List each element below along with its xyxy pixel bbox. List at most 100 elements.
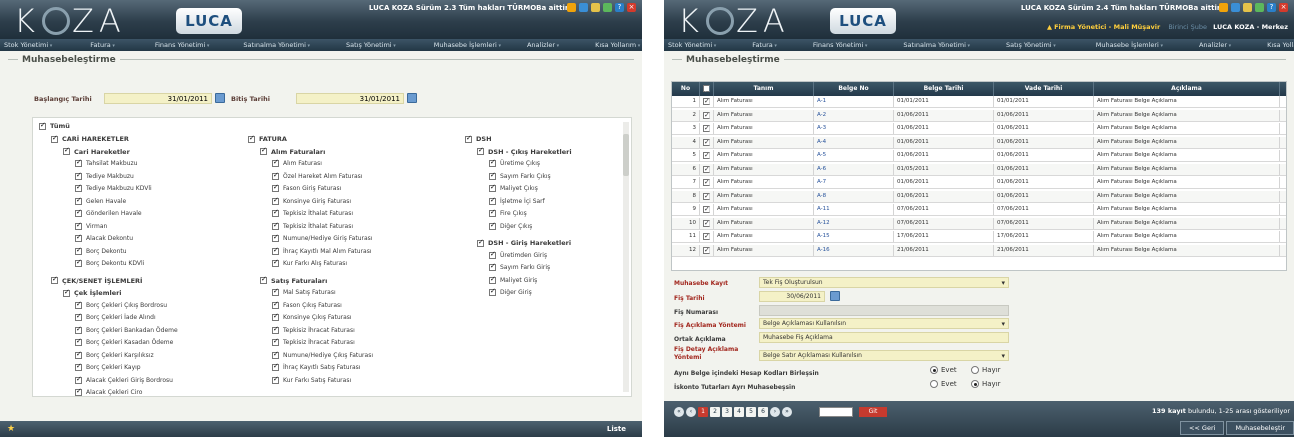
tree-item[interactable]: Gelen Havale — [75, 196, 126, 205]
table-row[interactable]: 3Alım FaturasıA-301/06/201101/06/2011Alı… — [672, 123, 1286, 135]
checkbox[interactable] — [75, 375, 82, 384]
checkbox[interactable] — [272, 246, 279, 255]
menu-satis[interactable]: Satış Yönetimi — [1006, 41, 1096, 49]
checkbox[interactable] — [272, 375, 279, 384]
tree-item[interactable]: Maliyet Çıkış — [489, 183, 538, 192]
row-checkbox[interactable] — [703, 219, 710, 227]
checkbox[interactable] — [248, 134, 255, 143]
menu-satinalma[interactable]: Satınalma Yönetimi — [903, 41, 1006, 49]
page-1[interactable]: 1 — [698, 407, 708, 417]
tree-item[interactable]: Alacak Çekleri Ciro — [75, 387, 142, 396]
tree-item[interactable]: Konsinye Çıkış Faturası — [272, 312, 352, 321]
tools-icon[interactable] — [591, 3, 600, 12]
tree-item[interactable]: Borç Çekleri Karşılıksız — [75, 350, 154, 359]
checkbox[interactable] — [272, 158, 279, 167]
tree-item[interactable]: Alım Faturaları — [260, 146, 325, 156]
menu-fatura[interactable]: Fatura — [752, 41, 813, 49]
tree-item[interactable]: Üretimden Giriş — [489, 250, 547, 259]
row-checkbox[interactable] — [703, 125, 710, 132]
q1-hayir-radio[interactable]: Hayır — [971, 366, 1001, 374]
tree-item[interactable]: Satış Faturaları — [260, 275, 327, 285]
radio-dot[interactable] — [971, 366, 979, 374]
row-checkbox[interactable] — [703, 233, 710, 240]
checkbox[interactable] — [75, 183, 82, 192]
page-5[interactable]: 5 — [746, 407, 756, 417]
fis-tarihi-field[interactable]: 30/06/2011 — [759, 291, 825, 302]
fis-aciklama-yontemi-select[interactable]: Belge Açıklaması Kullanılsın — [759, 318, 1009, 329]
menu-stok[interactable]: Stok Yönetimi — [668, 41, 752, 49]
checkbox[interactable] — [489, 275, 496, 284]
checkbox[interactable] — [272, 362, 279, 371]
tree-item[interactable]: Virman — [75, 221, 107, 230]
menu-finans[interactable]: Finans Yönetimi — [155, 41, 244, 49]
scrollbar-thumb[interactable] — [623, 134, 629, 176]
tree-item[interactable]: Borç Çekleri Kasadan Ödeme — [75, 337, 173, 346]
tree-item[interactable]: Numune/Hediye Çıkış Faturası — [272, 350, 373, 359]
checkbox[interactable] — [272, 300, 279, 309]
folder-icon[interactable] — [1219, 3, 1228, 12]
start-date-field[interactable]: 31/01/2011 — [104, 93, 212, 104]
row-checkbox[interactable] — [703, 138, 710, 146]
column-header[interactable] — [700, 82, 714, 97]
column-header[interactable]: Belge Tarihi — [894, 82, 994, 96]
tree-item[interactable]: Tepkisiz İthalat Faturası — [272, 208, 353, 217]
goto-button[interactable]: Git — [859, 407, 887, 417]
goto-page-input[interactable] — [819, 407, 853, 417]
column-header[interactable]: No — [672, 82, 700, 96]
row-checkbox[interactable] — [703, 192, 710, 200]
refresh-icon[interactable] — [603, 3, 612, 12]
tree-item[interactable]: Borç Çekleri Kayıp — [75, 362, 141, 371]
checkbox[interactable] — [272, 258, 279, 267]
checkbox[interactable] — [63, 288, 70, 297]
checkbox[interactable] — [489, 171, 496, 180]
checkbox[interactable] — [272, 196, 279, 205]
select-all-checkbox[interactable] — [703, 83, 710, 97]
checkbox[interactable] — [272, 325, 279, 334]
tree-item[interactable]: Sayım Farkı Çıkış — [489, 171, 551, 180]
next-page-icon[interactable]: › — [770, 407, 780, 417]
detay-select[interactable]: Belge Satır Açıklaması Kullanılsın — [759, 350, 1009, 361]
checkbox[interactable] — [272, 221, 279, 230]
tree-item[interactable]: FATURA — [248, 134, 287, 143]
mail-icon[interactable] — [1231, 3, 1240, 12]
tree-item[interactable]: Tediye Makbuzu KDVli — [75, 183, 152, 192]
table-row[interactable]: 1Alım FaturasıA-101/01/201101/01/2011Alı… — [672, 96, 1286, 108]
radio-dot[interactable] — [930, 366, 938, 374]
table-row[interactable]: 10Alım FaturasıA-1207/06/201107/06/2011A… — [672, 217, 1286, 230]
tree-item[interactable]: DSH — [465, 134, 492, 143]
tree-item[interactable]: İhraç Kayıtlı Satış Faturası — [272, 362, 360, 371]
first-page-icon[interactable]: « — [674, 407, 684, 417]
table-row[interactable]: 11Alım FaturasıA-1517/06/201117/06/2011A… — [672, 231, 1286, 243]
end-date-field[interactable]: 31/01/2011 — [296, 93, 404, 104]
row-checkbox[interactable] — [703, 179, 710, 186]
menu-kisayollar[interactable]: Kısa Yollarım — [1267, 41, 1294, 49]
tree-item[interactable]: Diğer Çıkış — [489, 221, 532, 230]
tree-item[interactable]: Alacak Çekleri Giriş Bordrosu — [75, 375, 173, 384]
page-3[interactable]: 3 — [722, 407, 732, 417]
checkbox[interactable] — [465, 134, 472, 143]
checkbox[interactable] — [75, 350, 82, 359]
kayit-select[interactable]: Tek Fiş Oluşturulsun — [759, 277, 1009, 288]
tree-item[interactable]: Özel Hareket Alım Faturası — [272, 171, 362, 180]
tree-item[interactable]: DSH - Çıkış Hareketleri — [477, 146, 572, 156]
calendar-icon[interactable] — [407, 93, 417, 103]
tree-item[interactable]: Tepkisiz İthalat Faturası — [272, 221, 353, 230]
row-checkbox[interactable] — [703, 111, 710, 119]
checkbox[interactable] — [75, 171, 82, 180]
checkbox[interactable] — [272, 171, 279, 180]
table-row[interactable]: 8Alım FaturasıA-801/06/201101/06/2011Alı… — [672, 190, 1286, 203]
tree-item[interactable]: Borç Çekleri İade Alındı — [75, 312, 156, 321]
menu-fatura[interactable]: Fatura — [90, 41, 155, 49]
table-row[interactable]: 4Alım FaturasıA-401/06/201101/06/2011Alı… — [672, 136, 1286, 149]
menu-muhasebe[interactable]: Muhasebe İşlemleri — [1096, 41, 1199, 49]
tree-item[interactable]: Fason Giriş Faturası — [272, 183, 341, 192]
checkbox[interactable] — [272, 183, 279, 192]
row-checkbox[interactable] — [703, 165, 710, 173]
checkbox[interactable] — [75, 387, 82, 396]
page-4[interactable]: 4 — [734, 407, 744, 417]
tree-item-all[interactable]: Tümü — [39, 121, 70, 130]
table-row[interactable]: 12Alım FaturasıA-1621/06/201121/06/2011A… — [672, 244, 1286, 257]
checkbox[interactable] — [75, 337, 82, 346]
checkbox[interactable] — [489, 183, 496, 192]
menu-analizler[interactable]: Analizler — [527, 41, 595, 49]
